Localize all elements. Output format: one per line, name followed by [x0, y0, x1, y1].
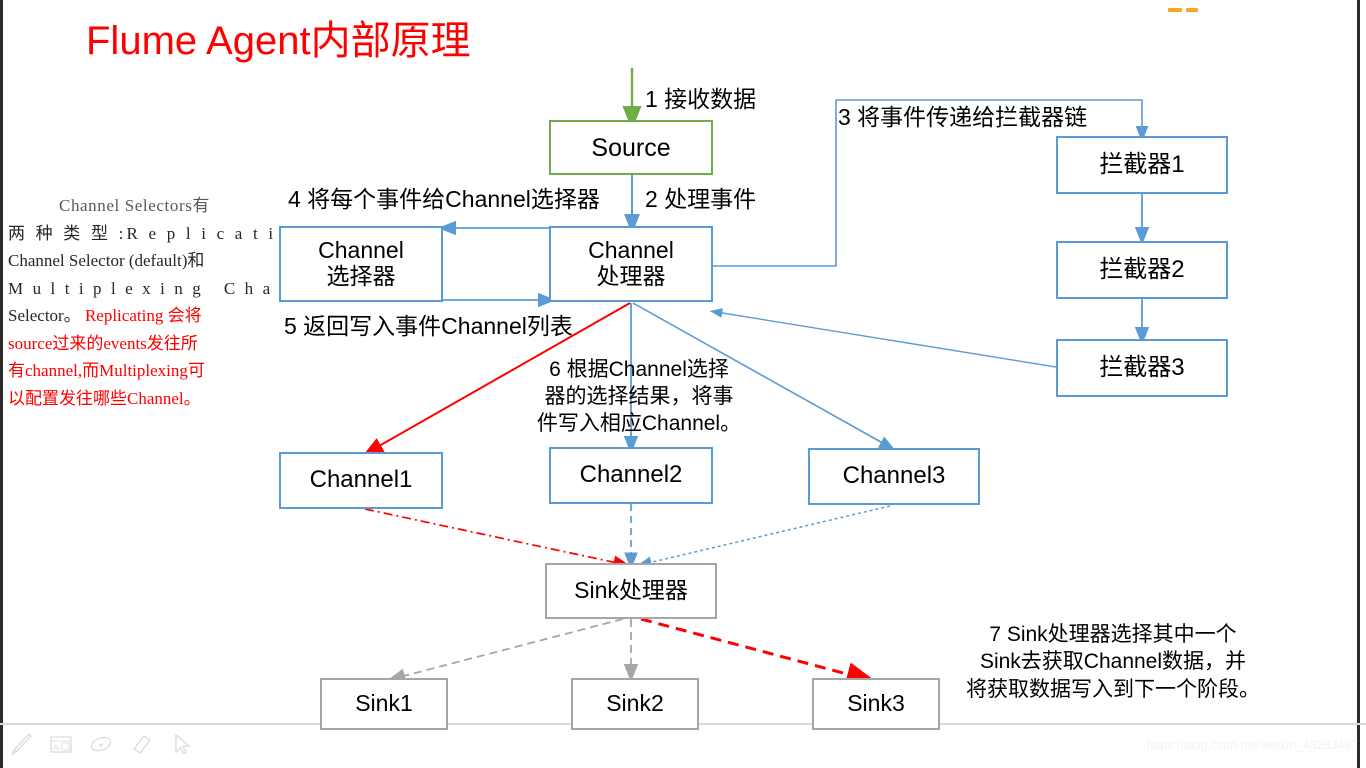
node-interceptor-1-label: 拦截器1 [1099, 150, 1185, 178]
page-title: Flume Agent内部原理 [86, 19, 471, 63]
node-channel-3-label: Channel3 [842, 462, 946, 490]
step-4-label: 4 将每个事件给Channel选择器 [288, 186, 600, 212]
note-line-6: source过来的events发往所 [8, 333, 198, 353]
step-3-label: 3 将事件传递给拦截器链 [838, 104, 1088, 130]
note-line-4: M u l t i p l e x i n g C h a n n e l [8, 278, 340, 298]
node-channel-selector[interactable]: Channel 选择器 [279, 226, 443, 302]
node-channel-processor[interactable]: Channel 处理器 [549, 226, 713, 302]
node-sink-2[interactable]: Sink2 [571, 678, 699, 730]
node-sink-2-label: Sink2 [606, 690, 664, 717]
node-sink-3[interactable]: Sink3 [812, 678, 940, 730]
node-sink-processor-label: Sink处理器 [574, 577, 688, 604]
node-sink-processor[interactable]: Sink处理器 [545, 563, 717, 619]
note-line-5-black: Selector。 [8, 306, 81, 326]
slide-frame-right-border [1357, 0, 1360, 768]
node-channel-selector-label: Channel 选择器 [318, 237, 404, 289]
node-channel-1-label: Channel1 [309, 466, 413, 494]
step-7-label: 7 Sink处理器选择其中一个 Sink去获取Channel数据，并 将获取数据… [966, 623, 1260, 701]
node-channel-processor-label: Channel 处理器 [588, 237, 674, 289]
note-line-1: Channel Selectors有 [59, 196, 211, 215]
node-interceptor-2-label: 拦截器2 [1099, 255, 1185, 283]
note-line-5: Selector。 Replicating 会将 [8, 302, 258, 330]
node-sink-1-label: Sink1 [355, 690, 413, 717]
step-2-label: 2 处理事件 [645, 186, 757, 212]
annotation-toolbar[interactable] [8, 731, 194, 757]
node-interceptor-1[interactable]: 拦截器1 [1056, 136, 1228, 194]
channel-selectors-note: Channel Selectors有 两 种 类 型 :R e p l i c … [8, 192, 340, 412]
node-source[interactable]: Source [549, 120, 713, 175]
node-source-label: Source [591, 133, 671, 162]
note-line-8: 以配置发往哪些Channel。 [8, 388, 201, 408]
node-channel-2-label: Channel2 [579, 461, 683, 489]
note-line-7: 有channel,而Multiplexing可 [8, 361, 205, 381]
cursor-icon[interactable] [168, 731, 194, 757]
note-line-2: 两 种 类 型 :R e p l i c a t i n g [8, 223, 315, 243]
node-interceptor-3-label: 拦截器3 [1099, 353, 1185, 381]
pen-icon[interactable] [8, 731, 34, 757]
slide-frame-left-border [0, 0, 3, 768]
node-sink-1[interactable]: Sink1 [320, 678, 448, 730]
note-line-5-red: Replicating 会将 [80, 306, 202, 326]
node-interceptor-2[interactable]: 拦截器2 [1056, 241, 1228, 299]
top-orange-mark-1 [1168, 8, 1182, 12]
slide-frame-right-gap [1362, 0, 1366, 768]
highlighter-icon[interactable] [88, 731, 114, 757]
step-1-label: 1 接收数据 [645, 86, 757, 112]
node-channel-2[interactable]: Channel2 [549, 447, 713, 504]
step-5-label: 5 返回写入事件Channel列表 [284, 313, 573, 339]
node-sink-3-label: Sink3 [847, 690, 905, 717]
top-orange-mark-2 [1186, 8, 1198, 12]
node-channel-3[interactable]: Channel3 [808, 448, 980, 505]
node-channel-1[interactable]: Channel1 [279, 452, 443, 509]
step-6-label: 6 根据Channel选择 器的选择结果，将事 件写入相应Channel。 [536, 358, 742, 435]
slide-canvas: Flume Agent内部原理 Channel Selectors有 两 种 类… [0, 0, 1366, 768]
node-interceptor-3[interactable]: 拦截器3 [1056, 339, 1228, 397]
whiteboard-icon[interactable] [48, 731, 74, 757]
eraser-icon[interactable] [128, 731, 154, 757]
watermark-url: https://blog.csdn.net/weixin_43283487 [1146, 738, 1358, 752]
note-line-3: Channel Selector (default)和 [8, 251, 205, 271]
